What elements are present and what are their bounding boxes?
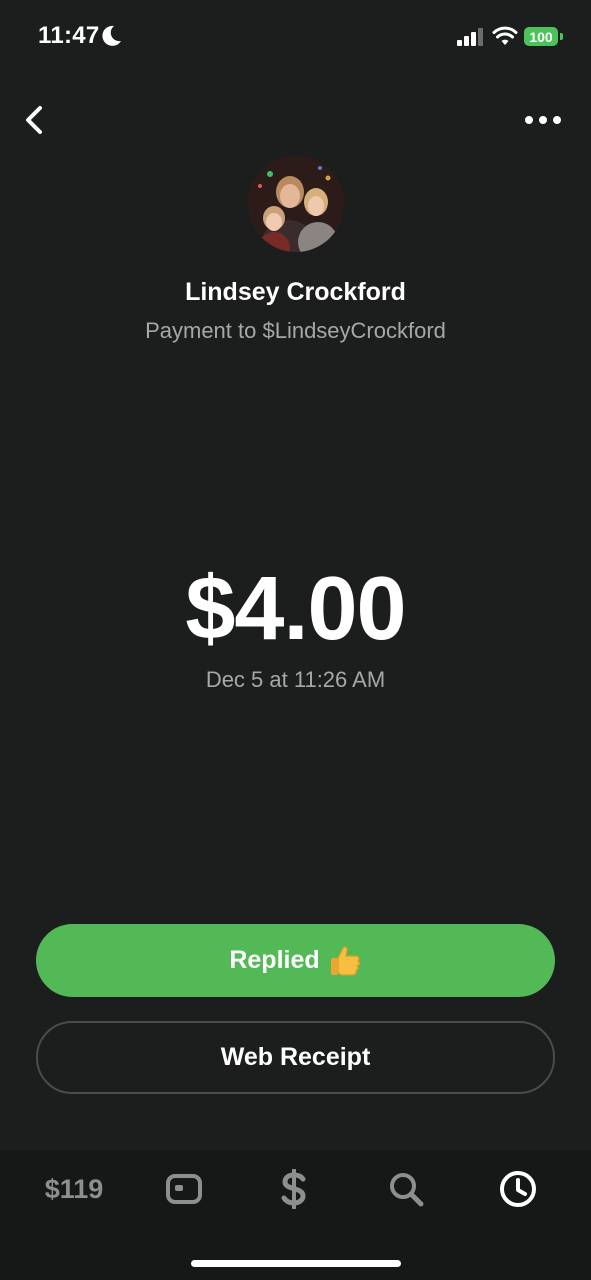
- web-receipt-label: Web Receipt: [220, 1043, 371, 1071]
- payment-amount: $4.00: [185, 559, 406, 659]
- tab-pay[interactable]: [272, 1168, 316, 1210]
- payment-subtitle: Payment to $LindseyCrockford: [145, 318, 446, 343]
- replied-label: Replied: [229, 946, 320, 974]
- thumbs-up-emoji: [330, 945, 360, 976]
- search-icon: [390, 1173, 424, 1207]
- web-receipt-button[interactable]: Web Receipt: [36, 1021, 555, 1094]
- clock-icon: [500, 1171, 536, 1207]
- cellular-signal-icon: [457, 28, 483, 46]
- back-button[interactable]: [18, 100, 52, 140]
- tab-balance[interactable]: $119: [38, 1168, 110, 1210]
- tab-card[interactable]: [162, 1168, 206, 1210]
- moon-icon: [102, 25, 121, 46]
- tab-activity[interactable]: [494, 1168, 542, 1210]
- dollar-icon: [281, 1169, 306, 1209]
- card-icon: [166, 1174, 202, 1204]
- tab-search[interactable]: [384, 1168, 428, 1210]
- battery-icon: 100: [524, 27, 564, 48]
- more-options-button[interactable]: [519, 106, 567, 134]
- home-indicator[interactable]: [191, 1260, 401, 1267]
- payment-datetime: Dec 5 at 11:26 AM: [205, 667, 386, 692]
- battery-level: 100: [524, 27, 558, 46]
- wifi-icon: [492, 26, 518, 45]
- avatar: [248, 156, 344, 252]
- recipient-name: Lindsey Crockford: [185, 278, 406, 306]
- replied-button[interactable]: Replied: [36, 924, 555, 997]
- status-time: 11:47: [38, 22, 100, 49]
